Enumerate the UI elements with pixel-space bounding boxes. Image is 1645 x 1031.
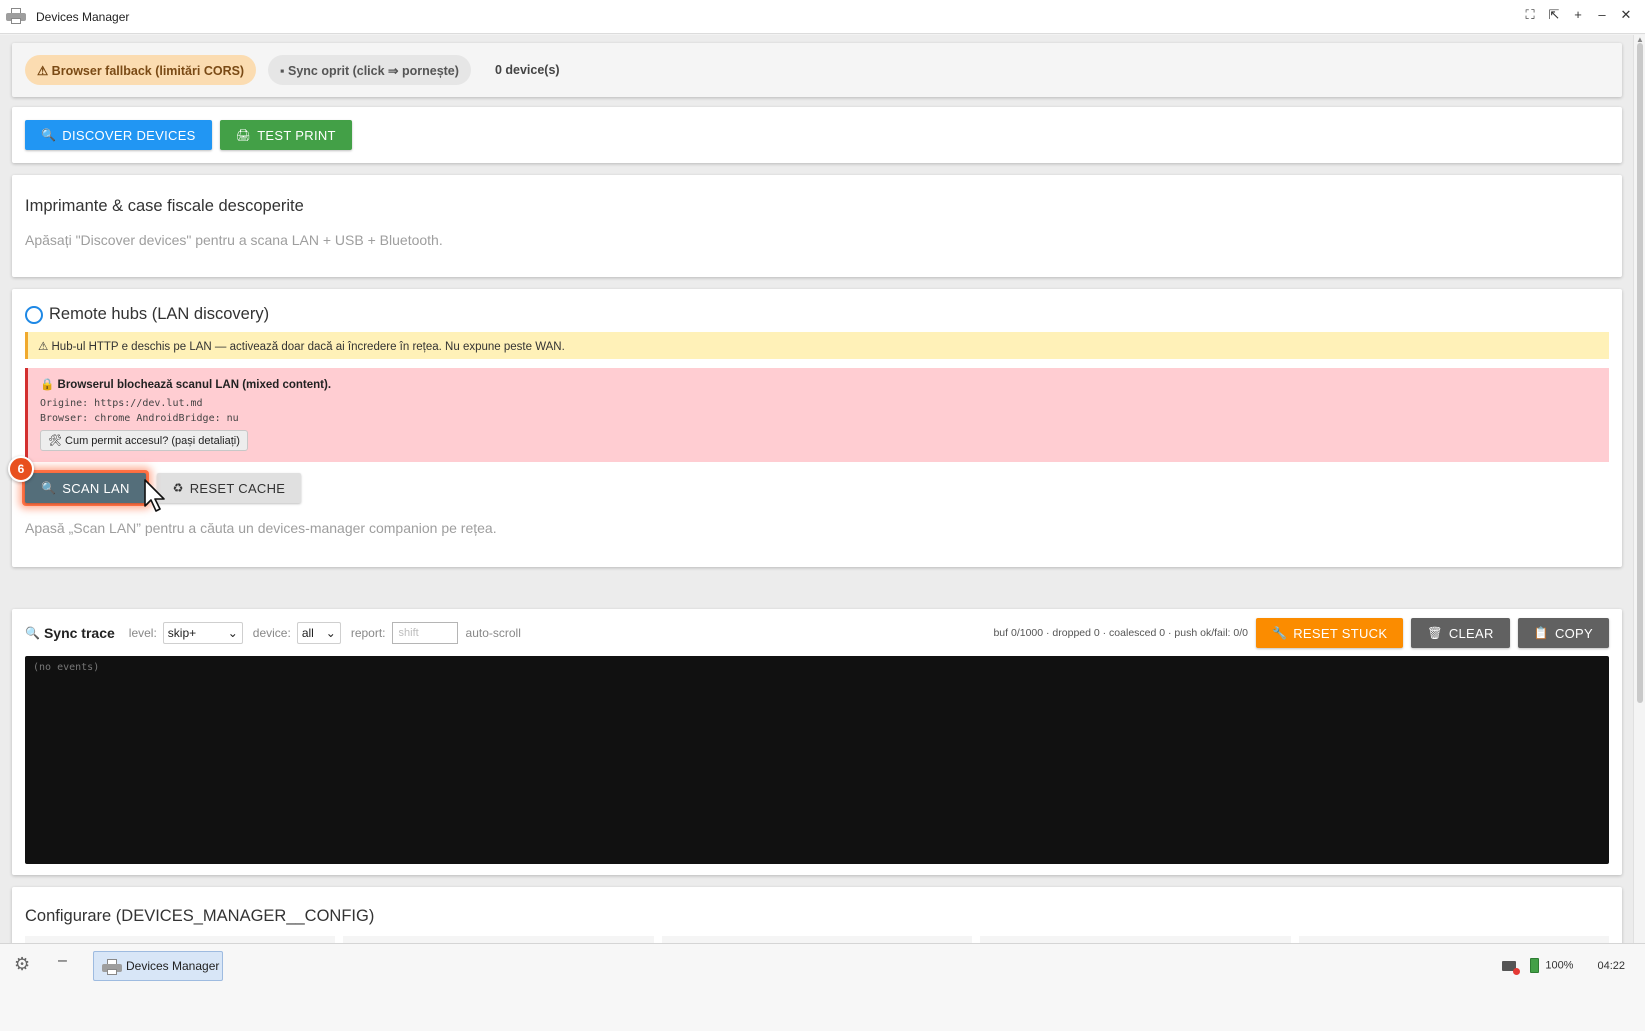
devices-title: Imprimante & case fiscale descoperite bbox=[25, 197, 304, 215]
scan-lan-label: Scan LAN bbox=[62, 480, 130, 496]
browser-line: Browser: chrome AndroidBridge: nu bbox=[40, 413, 239, 424]
mouse-cursor-icon bbox=[144, 479, 165, 512]
level-value: skip+ bbox=[167, 626, 197, 640]
clock[interactable]: 04:22 bbox=[1597, 960, 1625, 972]
network-disconnected-icon[interactable] bbox=[1502, 960, 1521, 975]
report-input[interactable]: shift bbox=[391, 622, 458, 644]
window-controls: ⛶ ⇱ + – ✕ bbox=[1523, 8, 1633, 22]
error-title: 🔒 Browserul blochează scanul LAN (mixed … bbox=[40, 379, 332, 391]
sync-trace-card: 🔍 Sync trace level: skip+ ⌄ device: all … bbox=[12, 609, 1622, 875]
vertical-scrollbar[interactable]: ▲ ▼ bbox=[1633, 35, 1645, 965]
level-label: level: bbox=[128, 626, 157, 640]
level-select[interactable]: skip+ ⌄ bbox=[162, 622, 243, 644]
browser-fallback-badge: ⚠ Browser fallback (limitări CORS) bbox=[25, 55, 257, 85]
chevron-down-icon: ⌄ bbox=[325, 626, 336, 640]
remote-hubs-card: Remote hubs (LAN discovery) ⚠ Hub-ul HTT… bbox=[8, 289, 1622, 567]
window-titlebar: Devices Manager ⛶ ⇱ + – ✕ bbox=[0, 0, 1645, 34]
config-title: Configurare (DEVICES_MANAGER__CONFIG) bbox=[25, 907, 375, 925]
globe-icon bbox=[25, 305, 43, 324]
clipboard-icon: 📋 bbox=[1533, 626, 1549, 640]
device-select[interactable]: all ⌄ bbox=[296, 622, 341, 644]
copy-button[interactable]: 📋 Copy bbox=[1517, 618, 1609, 648]
scrollbar-thumb[interactable] bbox=[1637, 43, 1643, 703]
system-tray: 100% 04:22 bbox=[1502, 958, 1625, 975]
origin-line: Origine: https://dev.lut.md bbox=[40, 398, 203, 409]
scan-actions: 6 🔍 Scan LAN ♻ Reset cache bbox=[8, 456, 1609, 506]
access-help-button[interactable]: 🛠 Cum permit accesul? (pași detaliați) bbox=[40, 430, 248, 451]
restore-icon[interactable]: ⇱ bbox=[1547, 8, 1561, 22]
discovered-devices-card: Imprimante & case fiscale descoperite Ap… bbox=[12, 175, 1622, 277]
trace-toolbar: 🔍 Sync trace level: skip+ ⌄ device: all … bbox=[25, 618, 1609, 648]
clear-button[interactable]: 🗑 Clear bbox=[1411, 618, 1510, 648]
battery-level: 100% bbox=[1545, 959, 1574, 972]
minimize-all-icon[interactable]: – bbox=[58, 952, 67, 970]
device-count: 0 device(s) bbox=[494, 63, 560, 77]
taskbar-app-label: Devices Manager bbox=[126, 959, 220, 973]
hubs-title: Remote hubs (LAN discovery) bbox=[25, 305, 1609, 324]
wrench-icon: 🔧 bbox=[1271, 626, 1288, 640]
devices-hint: Apăsați "Discover devices" pentru a scan… bbox=[25, 232, 443, 248]
close-icon[interactable]: ✕ bbox=[1619, 8, 1633, 22]
battery-indicator[interactable]: 100% bbox=[1530, 958, 1573, 973]
report-label: report: bbox=[350, 626, 386, 640]
sync-toggle[interactable]: ▪ Sync oprit (click ⇒ pornește) bbox=[268, 55, 471, 85]
printer-icon: 🖨 bbox=[235, 128, 252, 142]
reset-cache-label: Reset cache bbox=[189, 480, 286, 496]
trash-icon: 🗑 bbox=[1427, 626, 1443, 640]
clear-label: Clear bbox=[1448, 625, 1494, 641]
device-label: device: bbox=[252, 626, 291, 640]
gear-icon[interactable]: ⚙ bbox=[14, 954, 30, 975]
search-icon: 🔍 bbox=[41, 128, 57, 142]
trace-title-text: Sync trace bbox=[43, 625, 115, 641]
fullscreen-icon[interactable]: ⛶ bbox=[1523, 8, 1537, 22]
trace-title: 🔍 Sync trace bbox=[25, 625, 115, 641]
reset-stuck-label: Reset stuck bbox=[1293, 625, 1388, 641]
mixed-content-error: 🔒 Browserul blochează scanul LAN (mixed … bbox=[25, 368, 1609, 462]
trace-console[interactable]: (no events) bbox=[25, 656, 1609, 864]
taskbar-app-devices-manager[interactable]: Devices Manager bbox=[93, 951, 223, 981]
lan-warning-banner: ⚠ Hub-ul HTTP e deschis pe LAN — activea… bbox=[25, 332, 1609, 359]
search-icon: 🔍 bbox=[41, 481, 57, 495]
new-window-icon[interactable]: + bbox=[1571, 8, 1585, 22]
discover-devices-label: Discover devices bbox=[62, 127, 196, 143]
scan-highlight: 6 🔍 Scan LAN bbox=[8, 456, 149, 506]
recycle-icon: ♻ bbox=[172, 481, 184, 495]
reset-stuck-button[interactable]: 🔧 Reset stuck bbox=[1255, 618, 1404, 648]
chevron-down-icon: ⌄ bbox=[227, 626, 238, 640]
search-icon: 🔍 bbox=[25, 626, 40, 640]
printer-icon bbox=[102, 959, 122, 975]
window-title: Devices Manager bbox=[36, 9, 130, 24]
autoscroll-toggle[interactable]: auto-scroll bbox=[466, 626, 521, 640]
minimize-icon[interactable]: – bbox=[1595, 8, 1609, 22]
status-bar: ⚠ Browser fallback (limitări CORS) ▪ Syn… bbox=[12, 43, 1622, 97]
scan-hint: Apasă „Scan LAN” pentru a căuta un devic… bbox=[25, 520, 497, 536]
trace-stats: buf 0/1000 · dropped 0 · coalesced 0 · p… bbox=[993, 627, 1248, 639]
reset-cache-button[interactable]: ♻ Reset cache bbox=[156, 473, 302, 503]
battery-icon bbox=[1530, 958, 1540, 973]
device-value: all bbox=[301, 626, 314, 640]
step-badge: 6 bbox=[8, 456, 34, 482]
test-print-label: Test print bbox=[257, 127, 336, 143]
copy-label: Copy bbox=[1554, 625, 1593, 641]
actions-toolbar: 🔍 Discover devices 🖨 Test print bbox=[12, 107, 1622, 163]
main-content: ⚠ Browser fallback (limitări CORS) ▪ Syn… bbox=[0, 35, 1633, 965]
scan-lan-button[interactable]: 🔍 Scan LAN bbox=[25, 473, 146, 503]
trace-buttons: 🔧 Reset stuck 🗑 Clear 📋 Copy bbox=[1255, 618, 1609, 648]
test-print-button[interactable]: 🖨 Test print bbox=[219, 120, 352, 150]
discover-devices-button[interactable]: 🔍 Discover devices bbox=[25, 120, 212, 150]
hubs-title-text: Remote hubs (LAN discovery) bbox=[49, 305, 270, 323]
taskbar: ⚙ – Devices Manager 100% 04:22 bbox=[0, 943, 1645, 1031]
printer-icon bbox=[6, 7, 28, 26]
